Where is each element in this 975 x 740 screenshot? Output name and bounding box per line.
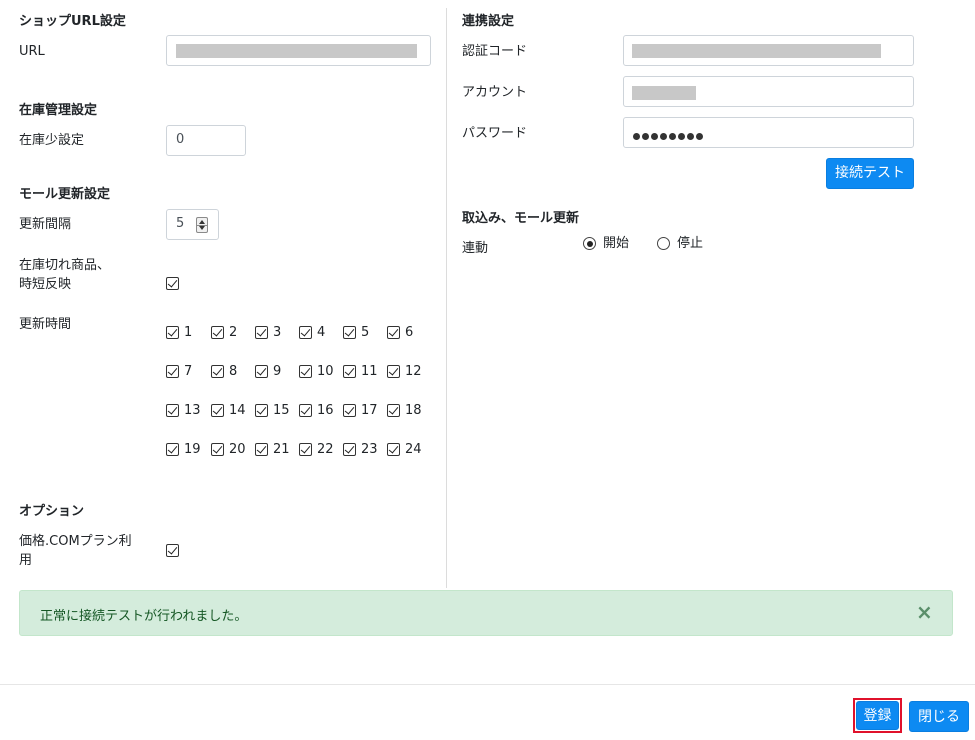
hour-label: 15 [273, 403, 290, 418]
hour-label: 11 [361, 364, 378, 379]
spinner-up-icon[interactable] [199, 220, 205, 224]
close-icon[interactable]: × [916, 602, 933, 622]
hour-label: 6 [405, 325, 414, 340]
import-update-title: 取込み、モール更新 [462, 211, 580, 226]
checkbox-icon[interactable] [343, 443, 356, 456]
spinner-down-icon[interactable] [199, 226, 205, 230]
hour-label: 22 [317, 442, 334, 457]
hour-label: 18 [405, 403, 422, 418]
checkbox-icon[interactable] [166, 404, 179, 417]
auth-code-label: 認証コード [462, 44, 528, 59]
inventory-title: 在庫管理設定 [19, 103, 98, 118]
masked-value [176, 44, 417, 58]
checkbox-icon[interactable] [343, 326, 356, 339]
spinner-buttons[interactable] [196, 217, 208, 233]
checkbox-icon[interactable] [166, 443, 179, 456]
checkbox-icon[interactable] [299, 404, 312, 417]
hour-label: 23 [361, 442, 378, 457]
password-label: パスワード [462, 126, 528, 141]
outofstock-label-2: 時短反映 [19, 277, 72, 292]
options-title: オプション [19, 504, 85, 519]
integration-title: 連携設定 [462, 14, 515, 29]
hour-label: 13 [184, 403, 201, 418]
mall-update-title: モール更新設定 [19, 187, 111, 202]
hour-label: 21 [273, 442, 290, 457]
kakaku-label-2: 用 [19, 553, 33, 568]
link-label: 連動 [462, 241, 489, 256]
hour-label: 3 [273, 325, 282, 340]
interval-value: 5 [176, 216, 185, 231]
start-radio[interactable] [583, 237, 596, 250]
checkbox-icon[interactable] [387, 365, 400, 378]
start-radio-label[interactable]: 開始 [603, 234, 629, 253]
interval-label: 更新間隔 [19, 217, 72, 232]
password-input[interactable] [623, 117, 914, 148]
kakaku-label-1: 価格.COMプラン利 [19, 534, 132, 549]
checkbox-icon[interactable] [166, 365, 179, 378]
interval-stepper[interactable]: 5 [166, 209, 219, 240]
hour-label: 14 [229, 403, 246, 418]
shop-url-title: ショップURL設定 [19, 14, 126, 29]
url-input[interactable] [166, 35, 431, 66]
checkbox-icon[interactable] [255, 404, 268, 417]
footer-divider [0, 684, 975, 685]
hour-label: 10 [317, 364, 334, 379]
checkbox-icon[interactable] [387, 404, 400, 417]
checkbox-icon[interactable] [343, 404, 356, 417]
checkbox-icon[interactable] [299, 443, 312, 456]
close-button[interactable]: 閉じる [909, 701, 969, 732]
checkbox-icon[interactable] [211, 326, 224, 339]
register-button[interactable]: 登録 [856, 701, 899, 730]
auth-code-input[interactable] [623, 35, 914, 66]
checkbox-icon[interactable] [211, 404, 224, 417]
hour-label: 1 [184, 325, 193, 340]
masked-value [632, 86, 696, 100]
success-alert: 正常に接続テストが行われました。 × [19, 590, 953, 636]
account-label: アカウント [462, 85, 528, 100]
alert-message: 正常に接続テストが行われました。 [40, 609, 248, 624]
checkbox-icon[interactable] [255, 443, 268, 456]
hour-label: 2 [229, 325, 238, 340]
hour-label: 24 [405, 442, 422, 457]
low-stock-label: 在庫少設定 [19, 133, 85, 148]
hour-label: 8 [229, 364, 238, 379]
stop-radio[interactable] [657, 237, 670, 250]
hour-label: 4 [317, 325, 326, 340]
checkbox-icon[interactable] [166, 326, 179, 339]
outofstock-label-1: 在庫切れ商品、 [19, 258, 111, 273]
account-input[interactable] [623, 76, 914, 107]
connection-test-button[interactable]: 接続テスト [826, 158, 914, 189]
checkbox-icon[interactable] [343, 365, 356, 378]
checkbox-icon[interactable] [299, 326, 312, 339]
hour-label: 19 [184, 442, 201, 457]
column-divider [446, 8, 447, 588]
hour-label: 17 [361, 403, 378, 418]
hour-label: 20 [229, 442, 246, 457]
low-stock-input[interactable]: 0 [166, 125, 246, 156]
hour-label: 5 [361, 325, 370, 340]
stop-radio-label[interactable]: 停止 [677, 234, 703, 253]
masked-value [632, 44, 881, 58]
checkbox-icon[interactable] [255, 326, 268, 339]
outofstock-checkbox[interactable] [166, 277, 179, 290]
hour-label: 16 [317, 403, 334, 418]
checkbox-icon[interactable] [211, 365, 224, 378]
checkbox-icon[interactable] [299, 365, 312, 378]
update-time-label: 更新時間 [19, 317, 72, 332]
hour-label: 12 [405, 364, 422, 379]
checkbox-icon[interactable] [211, 443, 224, 456]
url-label: URL [19, 44, 45, 59]
checkbox-icon[interactable] [255, 365, 268, 378]
kakaku-plan-checkbox[interactable] [166, 544, 179, 557]
hour-label: 9 [273, 364, 282, 379]
checkbox-icon[interactable] [387, 326, 400, 339]
checkbox-icon[interactable] [387, 443, 400, 456]
hour-label: 7 [184, 364, 193, 379]
